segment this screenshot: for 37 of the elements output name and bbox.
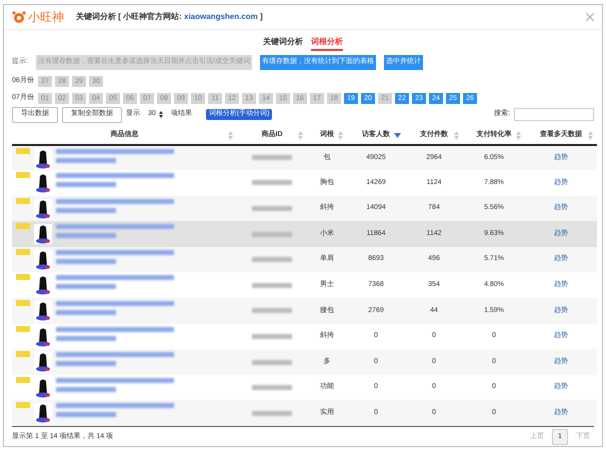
- window-title: 关键词分析 [ 小旺神官方网站: xiaowangshen.com ]: [76, 11, 263, 23]
- blurred-id: [252, 308, 292, 314]
- sort-icon: [454, 130, 459, 140]
- blurred-id: [252, 360, 292, 365]
- badge: [16, 376, 30, 383]
- close-icon[interactable]: [586, 13, 594, 21]
- tab[interactable]: 词根分析: [311, 36, 343, 51]
- sort-desc-icon: [394, 132, 401, 138]
- badge: [16, 351, 30, 358]
- blurred-id: [252, 282, 292, 288]
- blurred-id: [252, 206, 292, 211]
- blurred-id: [252, 180, 292, 186]
- badge: [16, 198, 30, 204]
- logo-icon: [12, 11, 26, 23]
- badge: [16, 402, 30, 408]
- blurred-id: [252, 410, 292, 416]
- logo-text: 小旺神: [28, 9, 64, 26]
- sort-icon: [338, 130, 343, 140]
- tab[interactable]: 关键词分析: [263, 36, 303, 51]
- sort-icon: [588, 130, 593, 140]
- blurred-id: [252, 385, 292, 390]
- badge: [16, 326, 30, 332]
- badge: [16, 148, 30, 154]
- badge: [16, 172, 30, 178]
- search-field[interactable]: [514, 108, 594, 121]
- blurred-id: [252, 334, 292, 339]
- badge: [16, 223, 30, 230]
- sort-icon: [228, 130, 233, 140]
- badge: [16, 248, 30, 255]
- badge: [16, 300, 30, 306]
- blurred-id: [252, 155, 292, 160]
- stepper-icon: [158, 111, 163, 118]
- blurred-id: [252, 232, 292, 237]
- sort-icon: [298, 130, 303, 140]
- blurred-id: [252, 257, 292, 262]
- badge: [16, 274, 30, 280]
- sort-icon: [516, 130, 521, 140]
